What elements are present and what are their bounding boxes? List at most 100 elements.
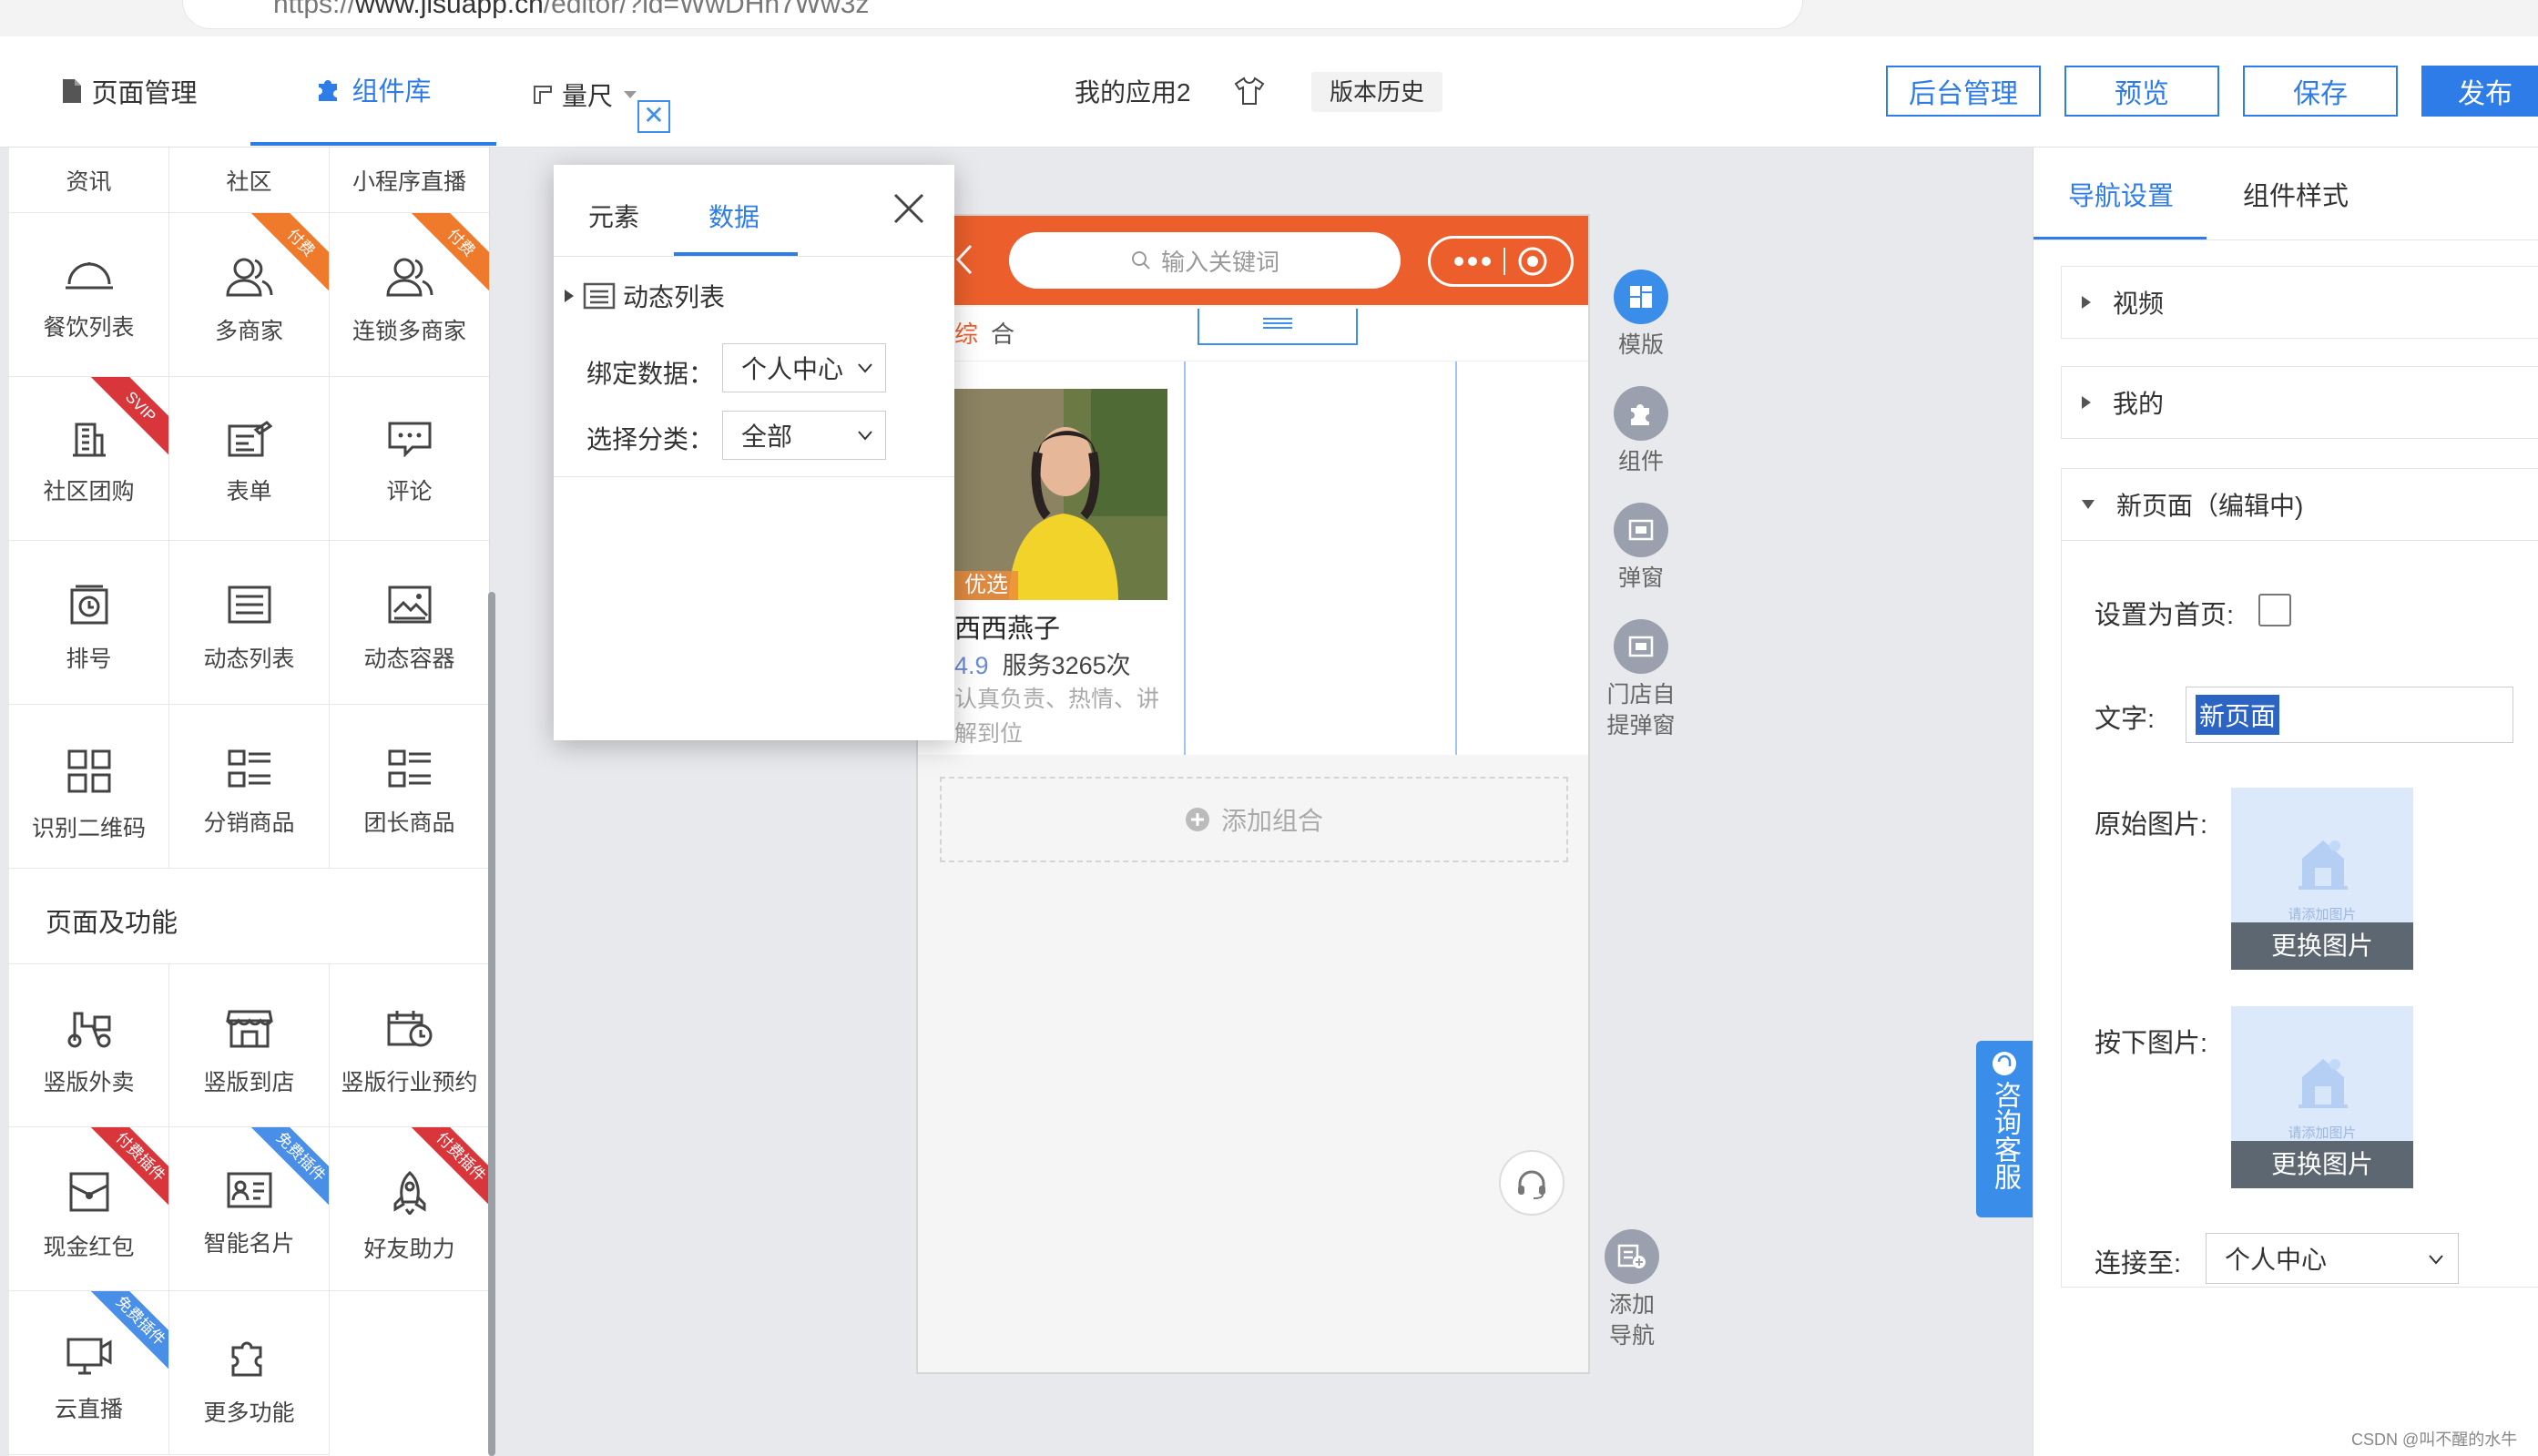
category-select[interactable]: 全部: [722, 411, 886, 460]
function-friend-boost[interactable]: 付费插件 好友助力: [330, 1127, 489, 1291]
puzzle-icon: [231, 1341, 261, 1377]
puzzle-icon: [319, 80, 338, 101]
ruler-dropdown[interactable]: 量尺: [533, 76, 638, 113]
component-multi-merchant[interactable]: 付费 多商家: [169, 213, 330, 377]
category-label: 选择分类：: [586, 425, 715, 453]
phone-search-bar[interactable]: 输入关键词: [1009, 232, 1401, 289]
component-dining-list[interactable]: 餐饮列表: [9, 213, 169, 377]
component-community-group-buy[interactable]: SVIP 社区团购: [9, 377, 169, 541]
tab-nav-settings[interactable]: 导航设置: [2068, 175, 2174, 213]
close-icon[interactable]: ✕: [637, 100, 670, 133]
accordion-mine[interactable]: 我的: [2061, 366, 2538, 439]
column-guide: [1184, 361, 1186, 755]
store-icon: [225, 1010, 273, 1048]
calendar-clock-icon: [387, 1011, 432, 1047]
admin-button[interactable]: 后台管理: [1886, 66, 2041, 117]
accordion-video[interactable]: 视频: [2061, 266, 2538, 339]
component-dynamic-container[interactable]: 动态容器: [330, 541, 489, 705]
close-icon[interactable]: [892, 192, 925, 225]
mini-program-capsule[interactable]: [1428, 236, 1574, 287]
goods-icon: [228, 749, 270, 788]
tab-component-library[interactable]: 组件库: [250, 36, 496, 146]
tool-add-navigation[interactable]: 添加导航: [1594, 1229, 1670, 1351]
publish-button[interactable]: 发布: [2421, 66, 2538, 117]
plus-circle-icon: [1185, 808, 1209, 831]
image-placeholder-icon: [2298, 1059, 2348, 1108]
list-tab-partial[interactable]: 合: [991, 316, 1014, 350]
back-arrow-icon[interactable]: [954, 243, 974, 276]
link-select[interactable]: 个人中心: [2206, 1233, 2459, 1284]
divider: [2033, 239, 2538, 240]
caret-right-icon: [2082, 396, 2091, 409]
search-icon: [1131, 251, 1150, 270]
function-more[interactable]: 更多功能: [169, 1291, 330, 1455]
puzzle-icon: [1614, 386, 1668, 441]
save-button[interactable]: 保存: [2243, 66, 2398, 117]
change-image-button[interactable]: 更换图片: [2231, 922, 2413, 970]
goods-icon: [388, 749, 431, 788]
component-queue[interactable]: 排号: [9, 541, 169, 705]
tab-elements[interactable]: 元素: [588, 198, 639, 234]
component-form[interactable]: 表单: [169, 377, 330, 541]
component-chain-merchant[interactable]: 付费 连锁多商家: [330, 213, 489, 377]
component-comment[interactable]: 评论: [330, 377, 489, 541]
building-icon: [72, 423, 106, 457]
component-leader-goods[interactable]: 团长商品: [330, 705, 489, 869]
component-library-panel: 资讯 社区 小程序直播 餐饮列表 付费 多商家 付费 连锁多商家 SVIP 社区…: [9, 148, 490, 1456]
dynamic-list-tabbar: 综 合: [918, 307, 1588, 361]
component-settings-popup: 元素 数据 动态列表 绑定数据： 个人中心 选择分类： 全部: [554, 165, 954, 740]
divider: [554, 256, 954, 257]
url-text[interactable]: https://www.jisuapp.cn/editor/?id=WwDHh7…: [273, 0, 869, 20]
component-distribution-goods[interactable]: 分销商品: [169, 705, 330, 869]
consult-customer-service[interactable]: 咨询客服: [1976, 1041, 2033, 1217]
list-tab-partial[interactable]: 综: [954, 316, 978, 350]
accordion-new-page[interactable]: 新页面（编辑中): [2061, 468, 2538, 541]
text-label: 文字:: [2095, 705, 2156, 734]
shirt-icon[interactable]: [1234, 76, 1265, 106]
image-placeholder-icon: [2298, 840, 2348, 890]
tab-data[interactable]: 数据: [708, 198, 759, 234]
text-input[interactable]: 新页面: [2186, 687, 2513, 743]
container-icon: [388, 585, 431, 624]
original-image-box[interactable]: 请添加图片 更换图片: [2231, 788, 2413, 970]
tool-popup[interactable]: 弹窗: [1603, 503, 1679, 594]
preview-button[interactable]: 预览: [2064, 66, 2219, 117]
tree-item-dynamic-list[interactable]: 动态列表: [563, 278, 725, 314]
bind-data-select[interactable]: 个人中心: [722, 343, 886, 392]
chevron-down-icon: [858, 431, 872, 441]
qrcode-icon: [67, 749, 110, 793]
function-vertical-store[interactable]: 竖版到店: [169, 963, 330, 1127]
version-history-button[interactable]: 版本历史: [1311, 72, 1443, 112]
link-label: 连接至:: [2095, 1249, 2182, 1278]
chat-icon: [1993, 1052, 2016, 1075]
function-cash-red-packet[interactable]: 付费插件 现金红包: [9, 1127, 169, 1291]
ruler-icon: [534, 86, 552, 104]
function-vertical-takeout[interactable]: 竖版外卖: [9, 963, 169, 1127]
category-news[interactable]: 资讯: [9, 148, 169, 213]
drag-handle[interactable]: [1198, 309, 1358, 345]
tool-template[interactable]: 模版: [1603, 270, 1679, 361]
pressed-image-box[interactable]: 请添加图片 更换图片: [2231, 1006, 2413, 1188]
left-panel-scrollbar[interactable]: [488, 592, 495, 1456]
tab-component-style[interactable]: 组件样式: [2243, 175, 2349, 213]
list-icon: [583, 282, 616, 310]
hamburger-icon: [1263, 318, 1292, 329]
category-community[interactable]: 社区: [169, 148, 330, 213]
dish-cover-icon: [65, 262, 113, 290]
component-dynamic-list[interactable]: 动态列表: [169, 541, 330, 705]
tool-components[interactable]: 组件: [1603, 386, 1679, 477]
customer-service-float[interactable]: [1499, 1150, 1565, 1216]
function-vertical-booking[interactable]: 竖版行业预约: [330, 963, 489, 1127]
add-combination-button[interactable]: 添加组合: [940, 777, 1568, 862]
category-live[interactable]: 小程序直播: [330, 148, 489, 213]
component-qrcode[interactable]: 识别二维码: [9, 705, 169, 869]
set-home-checkbox[interactable]: [2258, 594, 2291, 626]
profile-photo[interactable]: [954, 389, 1167, 600]
tool-store-pickup-popup[interactable]: 门店自提弹窗: [1603, 619, 1679, 741]
change-image-button[interactable]: 更换图片: [2231, 1141, 2413, 1188]
tab-page-management[interactable]: 页面管理: [9, 36, 250, 146]
caret-down-icon: [2082, 500, 2095, 509]
function-smart-card[interactable]: 免费插件 智能名片: [169, 1127, 330, 1291]
page-icon: [63, 79, 82, 103]
function-cloud-live[interactable]: 免费插件 云直播: [9, 1291, 169, 1455]
